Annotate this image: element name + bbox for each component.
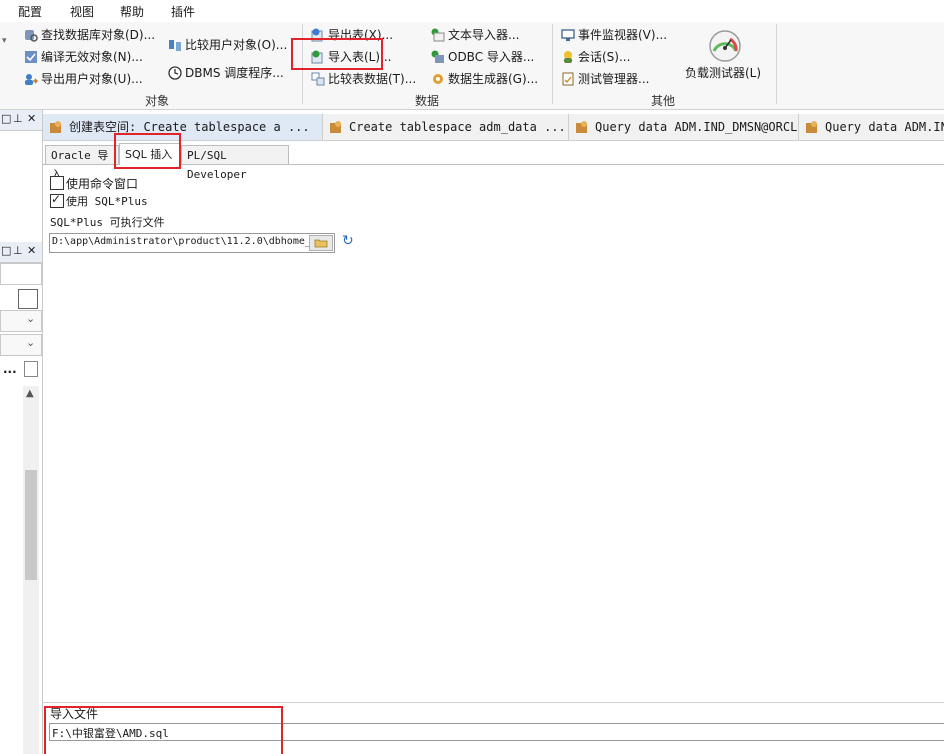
refresh-icon[interactable]: ↻ <box>342 233 354 249</box>
filter-input[interactable] <box>0 263 42 285</box>
left-panel: □ ⊥ ✕ □ ⊥ ✕ ⌄ ⌄ ... ▲ <box>0 110 43 754</box>
float-icon[interactable]: □ <box>1 244 11 257</box>
load-tester-button[interactable] <box>708 29 742 63</box>
use-sqlplus-checkbox[interactable] <box>50 192 64 208</box>
sessions-button[interactable]: 会话(S)... <box>561 48 630 66</box>
text-import-icon <box>431 28 445 42</box>
sql-window-icon <box>50 121 61 133</box>
group-label-objects: 对象 <box>145 94 170 108</box>
speedometer-icon <box>709 30 741 62</box>
use-sqlplus-label: 使用 SQL*Plus <box>66 195 148 208</box>
sqlplus-exe-field[interactable]: D:\app\Administrator\product\11.2.0\dbho… <box>49 233 335 253</box>
compare-table-data-button[interactable]: 比较表数据(T)... <box>311 70 416 88</box>
new-item-icon[interactable] <box>24 361 38 377</box>
doc-tab-create-tablespace-2[interactable]: Create tablespace adm_data ... <box>323 114 569 140</box>
compare-user-objects-button[interactable]: 比较用户对象(O)... <box>168 36 287 54</box>
sessions-icon <box>564 51 572 63</box>
import-file-field[interactable]: F:\中银富登\AMD.sql <box>49 723 944 741</box>
group-label-data: 数据 <box>415 94 440 108</box>
test-manager-icon <box>562 72 574 86</box>
text-importer-button[interactable]: 文本导入器... <box>431 26 519 44</box>
browse-folder-button[interactable] <box>309 235 333 251</box>
sqlplus-exe-label: SQL*Plus 可执行文件 <box>50 216 165 229</box>
odbc-importer-button[interactable]: ODBC 导入器... <box>431 48 534 66</box>
menu-plugins[interactable]: 插件 <box>171 3 195 20</box>
scrollbar-thumb[interactable] <box>25 470 37 580</box>
sql-window-icon <box>806 121 817 133</box>
export-table-icon <box>311 28 323 42</box>
color-square[interactable] <box>18 289 38 309</box>
menu-view[interactable]: 视图 <box>70 3 94 20</box>
gear-icon <box>433 74 443 84</box>
vertical-scrollbar[interactable]: ▲ <box>23 386 39 754</box>
pin-icon[interactable]: ⊥ <box>13 112 23 125</box>
database-search-icon <box>25 30 38 42</box>
float-icon[interactable]: □ <box>1 112 11 125</box>
ribbon-separator <box>776 24 777 104</box>
dropdown-select[interactable]: ⌄ <box>0 334 42 356</box>
doc-tab-query-data-2[interactable]: Query data ADM.IN <box>799 114 944 140</box>
compare-icon <box>169 40 181 51</box>
export-tables-button[interactable]: 导出表(X)... <box>311 26 393 44</box>
pin-icon[interactable]: ⊥ <box>13 244 23 257</box>
doc-tab-query-data-1[interactable]: Query data ADM.IND_DMSN@ORCL <box>569 114 799 140</box>
import-table-icon <box>311 50 323 64</box>
menu-help[interactable]: 帮助 <box>120 3 144 20</box>
clock-icon <box>168 66 182 80</box>
menu-bar: 配置 视图 帮助 插件 <box>0 0 944 23</box>
tab-oracle-import[interactable]: Oracle 导入 <box>45 145 119 181</box>
panel-header: □ ⊥ ✕ <box>0 242 42 263</box>
dbms-scheduler-button[interactable]: DBMS 调度程序... <box>168 64 284 82</box>
ribbon-collapse-icon[interactable]: ▾ <box>2 36 7 46</box>
ribbon-separator <box>552 24 553 104</box>
scroll-up-icon[interactable]: ▲ <box>26 388 34 399</box>
import-file-label: 导入文件 <box>50 707 99 721</box>
menu-config[interactable]: 配置 <box>18 3 42 20</box>
compile-invalid-objects-button[interactable]: 编译无效对象(N)... <box>24 48 143 66</box>
doc-tab-create-tablespace-1[interactable]: 创建表空间: Create tablespace a ... <box>43 114 323 140</box>
sql-window-icon <box>576 121 587 133</box>
group-label-other: 其他 <box>651 94 676 108</box>
test-manager-button[interactable]: 测试管理器... <box>561 70 649 88</box>
load-tester-label: 负载测试器(L) <box>685 66 762 80</box>
dropdown-select[interactable]: ⌄ <box>0 310 42 332</box>
import-tables-button[interactable]: 导入表(L)... <box>311 48 392 66</box>
chevron-down-icon: ⌄ <box>26 312 36 325</box>
odbc-import-icon <box>431 50 444 63</box>
event-monitor-button[interactable]: 事件监视器(V)... <box>561 26 667 44</box>
divider <box>43 702 944 703</box>
document-tabs: 创建表空间: Create tablespace a ... Create ta… <box>43 114 944 141</box>
compare-table-icon <box>311 72 325 86</box>
chevron-down-icon: ⌄ <box>26 336 36 349</box>
tab-sql-insert[interactable]: SQL 插入 <box>119 143 181 165</box>
tab-plsql-developer[interactable]: PL/SQL Developer <box>181 145 289 181</box>
users-export-icon <box>25 74 38 85</box>
export-user-objects-button[interactable]: 导出用户对象(U)... <box>24 70 143 88</box>
compile-icon <box>25 51 37 63</box>
panel-header: □ ⊥ ✕ <box>0 110 42 131</box>
data-generator-button[interactable]: 数据生成器(G)... <box>431 70 538 88</box>
folder-icon <box>314 239 328 248</box>
sqlplus-exe-value: D:\app\Administrator\product\11.2.0\dbho… <box>52 236 311 247</box>
close-icon[interactable]: ✕ <box>27 112 36 125</box>
ribbon-toolbar: ▾ 查找数据库对象(D)... 编译无效对象(N)... 导出用户对象(U)..… <box>0 22 944 110</box>
monitor-icon <box>561 29 575 41</box>
more-options-button[interactable]: ... <box>3 362 17 376</box>
sql-window-icon <box>330 121 341 133</box>
import-file-value: F:\中银富登\AMD.sql <box>52 727 169 740</box>
import-mode-tabs: Oracle 导入 SQL 插入 PL/SQL Developer <box>43 143 944 181</box>
use-cmd-window-checkbox[interactable] <box>50 176 64 190</box>
ribbon-separator <box>302 24 303 104</box>
close-icon[interactable]: ✕ <box>27 244 36 257</box>
find-db-objects-button[interactable]: 查找数据库对象(D)... <box>24 26 155 44</box>
use-cmd-window-label: 使用命令窗口 <box>66 177 139 191</box>
